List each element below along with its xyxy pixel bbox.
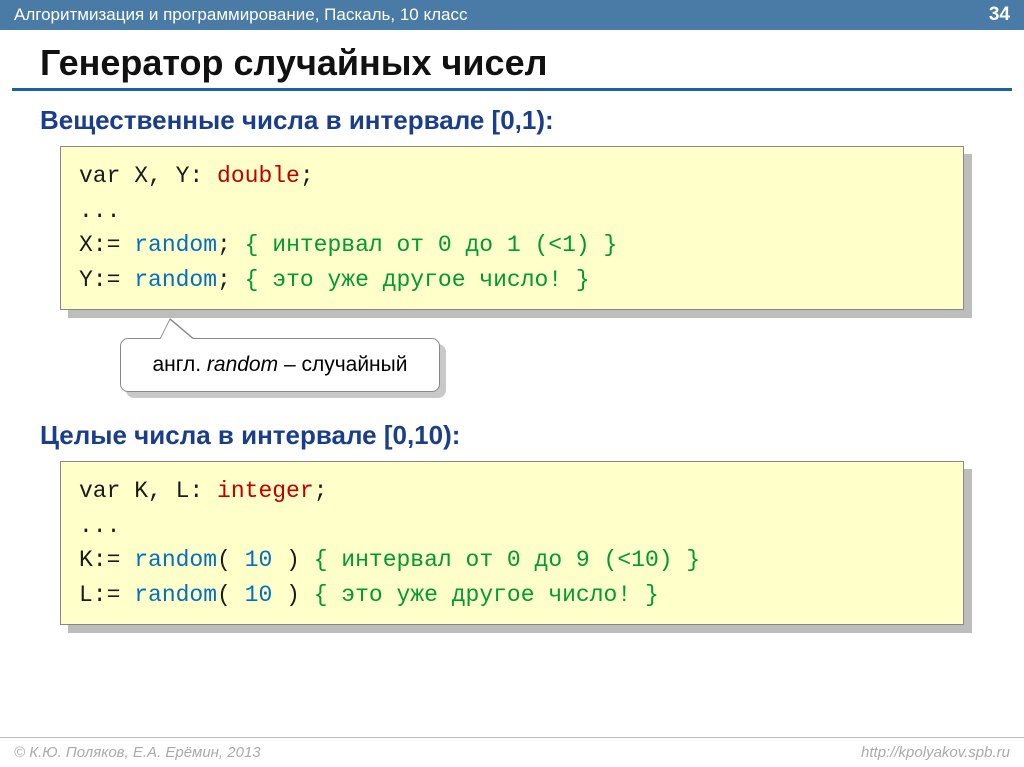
code-block-int: var K, L: integer; ... K:= random( 10 ) … — [60, 461, 964, 625]
code-box: var K, L: integer; ... K:= random( 10 ) … — [60, 461, 964, 625]
keyword-var: var — [79, 478, 120, 504]
number-literal: 10 — [231, 582, 286, 608]
code-line: var X, Y: double; — [79, 159, 945, 194]
code-line: var K, L: integer; — [79, 474, 945, 509]
code-line: L:= random( 10 ) { это уже другое число!… — [79, 578, 945, 613]
code-block-real: var X, Y: double; ... X:= random; { инте… — [60, 146, 964, 310]
assign-lhs: L:= — [79, 582, 134, 608]
footer: © К.Ю. Поляков, Е.А. Ерёмин, 2013 http:/… — [0, 737, 1024, 767]
section-heading-real: Вещественные числа в интервале [0,1): — [40, 105, 984, 136]
semicolon: ; — [217, 267, 231, 293]
note-prefix: англ. — [153, 353, 207, 376]
assign-lhs: Y:= — [79, 267, 134, 293]
semicolon: ; — [217, 232, 231, 258]
title-underline — [12, 88, 1012, 91]
func-random: random — [134, 582, 217, 608]
copyright: © К.Ю. Поляков, Е.А. Ерёмин, 2013 — [14, 744, 261, 761]
identifiers: K, L: — [120, 478, 217, 504]
comment: { это уже другое число! } — [300, 582, 659, 608]
comment: { интервал от 0 до 1 (<1) } — [231, 232, 617, 258]
page-number: 34 — [989, 4, 1010, 26]
keyword-var: var — [79, 163, 120, 189]
semicolon: ; — [314, 478, 328, 504]
note-callout: англ. random – случайный — [120, 338, 440, 392]
page-title: Генератор случайных чисел — [0, 30, 1024, 88]
assign-lhs: X:= — [79, 232, 134, 258]
semicolon: ; — [300, 163, 314, 189]
note-suffix: – случайный — [278, 353, 407, 376]
code-line: ... — [79, 509, 945, 544]
code-line: K:= random( 10 ) { интервал от 0 до 9 (<… — [79, 543, 945, 578]
func-random: random — [134, 547, 217, 573]
code-line: X:= random; { интервал от 0 до 1 (<1) } — [79, 228, 945, 263]
section-heading-int: Целые числа в интервале [0,10): — [40, 420, 984, 451]
type-double: double — [217, 163, 300, 189]
note-box: англ. random – случайный — [120, 338, 440, 392]
comment: { интервал от 0 до 9 (<10) } — [300, 547, 700, 573]
code-line: ... — [79, 194, 945, 229]
header-bar: Алгоритмизация и программирование, Паска… — [0, 0, 1024, 30]
code-line: Y:= random; { это уже другое число! } — [79, 263, 945, 298]
comment: { это уже другое число! } — [231, 267, 590, 293]
paren-close: ) — [286, 547, 300, 573]
identifiers: X, Y: — [120, 163, 217, 189]
number-literal: 10 — [231, 547, 286, 573]
assign-lhs: K:= — [79, 547, 134, 573]
func-random: random — [134, 232, 217, 258]
type-integer: integer — [217, 478, 314, 504]
paren-open: ( — [217, 582, 231, 608]
breadcrumb: Алгоритмизация и программирование, Паска… — [14, 5, 467, 25]
footer-url: http://kpolyakov.spb.ru — [861, 744, 1010, 761]
code-box: var X, Y: double; ... X:= random; { инте… — [60, 146, 964, 310]
callout-tail — [160, 320, 194, 340]
note-word: random — [207, 353, 278, 376]
paren-open: ( — [217, 547, 231, 573]
paren-close: ) — [286, 582, 300, 608]
func-random: random — [134, 267, 217, 293]
